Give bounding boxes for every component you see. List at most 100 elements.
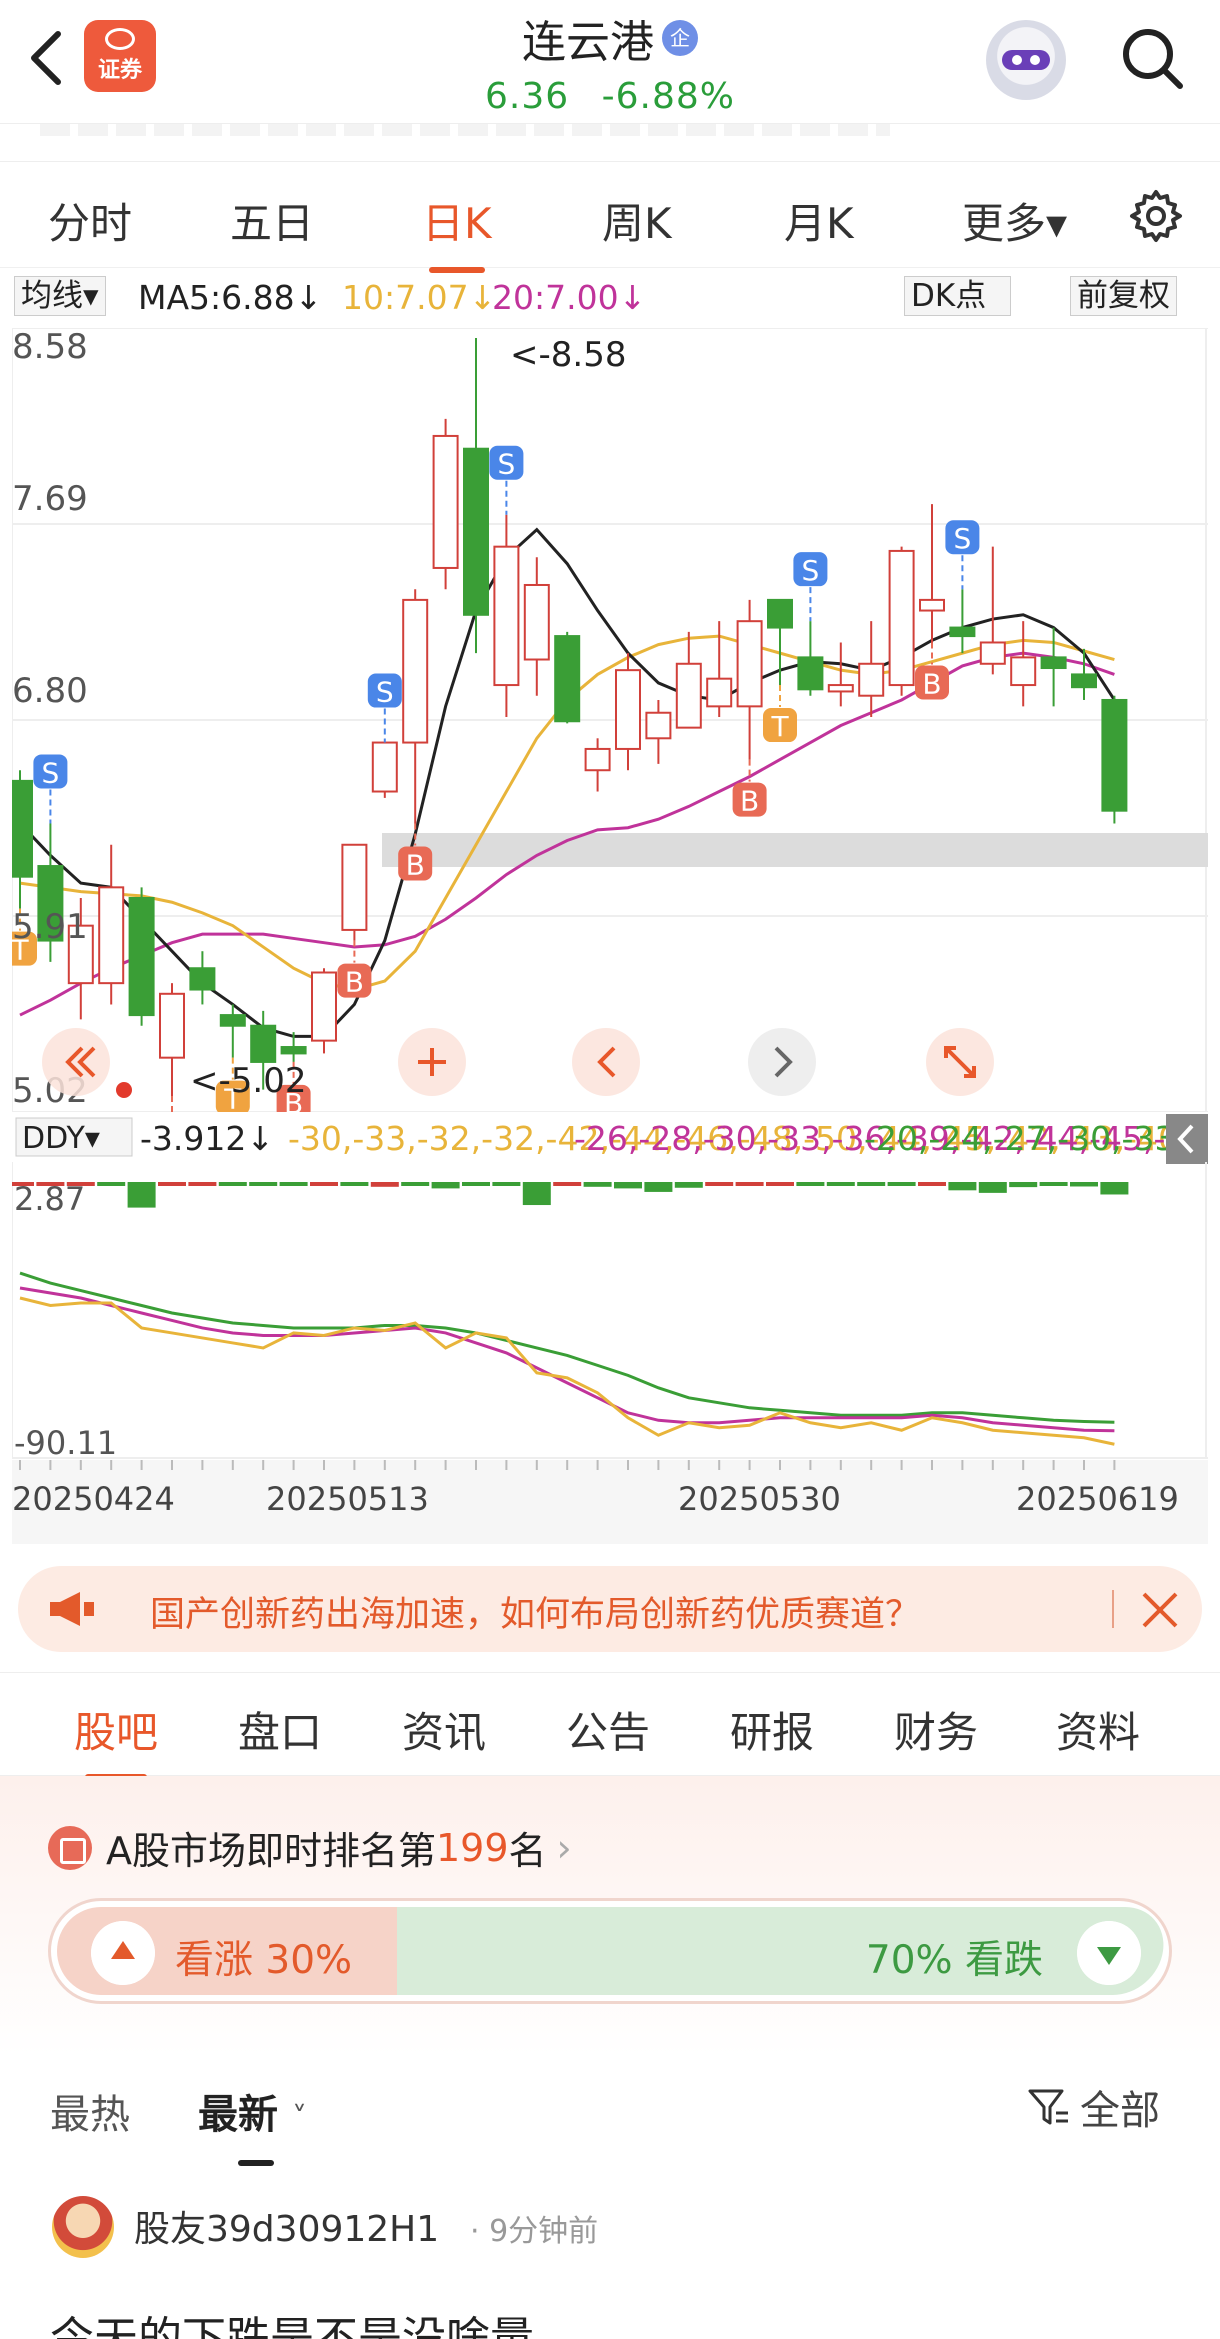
tab-daily-k[interactable]: 日K	[422, 190, 492, 251]
candle-body	[159, 992, 185, 1059]
signal-label: B	[922, 667, 941, 700]
ddy-bar-down	[583, 1182, 612, 1187]
signal-label: S	[954, 522, 972, 555]
candle-up	[371, 741, 398, 798]
forum-post[interactable]: 股友39d30912H1 · 9分钟前 今天的下跌是不是没啥量	[0, 2186, 1220, 2339]
ma-type-select[interactable]: 均线▾	[14, 276, 106, 316]
candle-body	[584, 747, 611, 772]
sort-latest[interactable]: 最新 ˅	[198, 2082, 307, 2166]
robot-eye	[1012, 55, 1022, 65]
ddy-bar-down	[462, 1182, 490, 1186]
chart-zoom-out-button[interactable]	[42, 1028, 110, 1096]
tab-announcements[interactable]: 公告	[566, 1699, 650, 1760]
dk-points-toggle[interactable]: DK点	[904, 276, 1012, 316]
ddy-bar-down	[1039, 1182, 1068, 1186]
sort-hot[interactable]: 最热	[50, 2082, 130, 2140]
candle-up	[432, 418, 459, 590]
top-nav-bar: 证券 连云港 企 6.36 -6.88%	[0, 0, 1220, 124]
date-label-1: 20250424	[12, 1480, 175, 1518]
ddy-panel-collapse-button[interactable]	[1166, 1114, 1208, 1164]
tab-monthly-k[interactable]: 月K	[784, 190, 854, 251]
candle-body	[1071, 673, 1097, 689]
ddy-bar-down	[401, 1182, 430, 1186]
candle-body	[311, 971, 337, 1042]
signal-label: B	[740, 785, 759, 818]
tab-forum[interactable]: 股吧	[74, 1699, 158, 1760]
candle-body	[949, 626, 976, 638]
stock-name-row[interactable]: 连云港 企	[522, 6, 698, 70]
cut-off-text	[40, 124, 890, 136]
ddy-select-label: DDY▾	[22, 1121, 100, 1156]
candle-body	[979, 641, 1006, 665]
ddy-bar-down	[887, 1182, 916, 1186]
signal-label: S	[498, 448, 516, 481]
vote-bearish-button[interactable]	[1077, 1921, 1141, 1985]
tab-financials[interactable]: 财务	[894, 1699, 978, 1760]
tab-five-day[interactable]: 五日	[230, 190, 314, 251]
enterprise-badge-icon: 企	[662, 20, 698, 56]
candle-up	[311, 968, 337, 1054]
ddy-bar-down	[279, 1182, 308, 1186]
chart-next-button[interactable]	[748, 1028, 816, 1096]
market-ranking-link[interactable]: A股市场即时排名第 199 名 ›	[48, 1820, 572, 1875]
post-text[interactable]: 今天的下跌是不是没啥量	[50, 2302, 534, 2339]
fullscreen-icon[interactable]	[926, 1028, 994, 1096]
ddy-value: -3.912↓	[140, 1119, 274, 1158]
ddy-bar-down	[978, 1182, 1007, 1193]
ddy-bar-down	[249, 1182, 278, 1186]
ddy-bar-down	[1100, 1182, 1129, 1195]
stock-price: 6.36	[485, 76, 570, 117]
tab-profile[interactable]: 资料	[1056, 1699, 1140, 1760]
candle-body	[219, 1014, 246, 1027]
ddy-select[interactable]: DDY▾	[15, 1117, 133, 1157]
high-price-marker: <-8.58	[510, 335, 626, 375]
date-label-3: 20250530	[678, 1480, 841, 1518]
kline-chart-svg[interactable]: TSBTBBSBSBTSBS 8.587.696.805.915.02 <-8.…	[3, 327, 1220, 1544]
chart-zoom-in-button[interactable]	[398, 1028, 466, 1096]
stock-name: 连云港	[522, 17, 654, 68]
chart-prev-button[interactable]	[572, 1028, 640, 1096]
chevron-right-icon: ›	[556, 1825, 572, 1870]
candle-body	[432, 434, 459, 569]
tab-order-book[interactable]: 盘口	[238, 1699, 322, 1760]
ranking-section: A股市场即时排名第 199 名 › 看涨 30% 70% 看跌	[0, 1776, 1220, 2056]
tab-news[interactable]: 资讯	[402, 1699, 486, 1760]
candle-body	[402, 598, 429, 744]
signal-label: T	[770, 710, 789, 743]
price-axis-label: 6.80	[12, 671, 88, 711]
period-tabs: 分时 五日 日K 周K 月K 更多▾	[0, 162, 1220, 268]
ddy-bottom-label: -90.11	[14, 1424, 117, 1462]
ddy-bar-down	[431, 1182, 460, 1189]
ddy-bar-down	[127, 1182, 156, 1208]
post-username[interactable]: 股友39d30912H1	[134, 2200, 439, 2252]
active-indicator	[238, 2160, 274, 2166]
gear-icon[interactable]	[1126, 186, 1186, 246]
avatar[interactable]	[52, 2196, 114, 2258]
support-zone	[382, 833, 1208, 867]
ai-assistant-robot-icon[interactable]	[986, 20, 1066, 100]
promo-banner[interactable]: 国产创新药出海加速，如何布局创新药优质赛道？	[18, 1566, 1202, 1652]
ddy-bar-down	[522, 1182, 551, 1206]
ma10-value: 10:7.07↓	[342, 278, 497, 317]
tab-more[interactable]: 更多▾	[962, 190, 1067, 251]
ddy-bar-up	[310, 1182, 338, 1186]
megaphone-icon	[50, 1592, 94, 1626]
tab-research[interactable]: 研报	[730, 1699, 814, 1760]
ma5-value: MA5:6.88↓	[138, 278, 323, 317]
ddy-bar-down	[1009, 1182, 1038, 1188]
candle-body	[827, 684, 854, 693]
candle-body	[706, 677, 733, 708]
tab-intraday[interactable]: 分时	[48, 190, 132, 251]
filter-icon	[1028, 2089, 1068, 2125]
close-icon[interactable]	[1138, 1588, 1182, 1632]
filter-button[interactable]: 全部	[1026, 2078, 1160, 2136]
candle-body	[888, 549, 915, 687]
search-icon[interactable]	[1116, 22, 1188, 94]
vote-bullish-button[interactable]	[91, 1921, 155, 1985]
ddy-bar-down	[340, 1182, 369, 1186]
ddy-bar-down	[796, 1182, 825, 1186]
kline-chart-area[interactable]: TSBTBBSBSBTSBS 8.587.696.805.915.02 <-8.…	[3, 327, 1220, 1544]
price-adjust-select[interactable]: 前复权	[1070, 276, 1177, 316]
ddy-bar-up	[158, 1182, 186, 1186]
tab-weekly-k[interactable]: 周K	[602, 190, 672, 251]
